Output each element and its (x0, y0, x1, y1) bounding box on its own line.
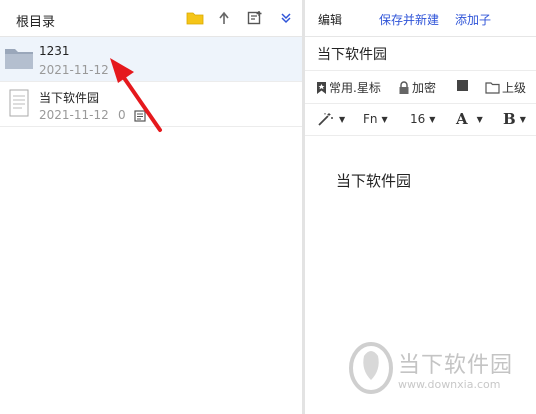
bold-button[interactable]: B ▼ (503, 110, 526, 128)
bold-label: B (503, 110, 516, 128)
watermark-logo-icon (349, 342, 393, 394)
add-child-button[interactable]: 添加子 (455, 11, 491, 28)
font-size-select[interactable]: 16 ▼ (410, 112, 435, 126)
edit-button[interactable]: 编辑 (318, 11, 342, 28)
magic-wand-icon (318, 113, 333, 126)
square-icon (457, 80, 468, 91)
up-arrow-icon[interactable] (217, 10, 235, 26)
encrypt-button[interactable]: 加密 (398, 79, 436, 96)
folder-tree-header: 根目录 (0, 0, 302, 37)
dropdown-caret-icon: ▼ (339, 114, 346, 124)
new-note-icon[interactable] (247, 10, 265, 26)
format-painter-button[interactable]: ▼ (317, 112, 345, 126)
font-color-button[interactable]: A ▼ (456, 110, 483, 128)
font-family-label: Fn (363, 112, 378, 126)
folder-outline-icon (485, 82, 500, 94)
item-name: 1231 (39, 44, 70, 58)
common-star-label: 常用.星标 (329, 81, 381, 95)
dropdown-caret-icon: ▼ (381, 114, 388, 124)
folder-tree-panel: 根目录 1231 2021-11-12 当下软件园 2021-11-12 0 (0, 0, 302, 414)
expand-down-icon[interactable] (279, 10, 297, 26)
watermark-text: 当下软件园 (398, 353, 514, 378)
font-color-label: A (456, 110, 468, 128)
encrypt-label: 加密 (412, 81, 437, 95)
parent-folder-button[interactable]: 上级 (485, 79, 526, 96)
bookmark-icon (317, 81, 326, 94)
red-arrow-annotation (110, 58, 162, 132)
watermark-url: www.downxia.com (398, 378, 501, 391)
dropdown-caret-icon: ▼ (519, 114, 526, 124)
dropdown-caret-icon: ▼ (429, 114, 436, 124)
stop-button[interactable] (457, 80, 468, 91)
item-date: 2021-11-12 (39, 108, 109, 122)
editor-content-text[interactable]: 当下软件园 (336, 170, 411, 191)
editor-header: 编辑 保存并新建 添加子 (305, 0, 536, 37)
editor-toolbar-1: 常用.星标 加密 上级 (305, 70, 536, 104)
font-size-value: 16 (410, 112, 426, 126)
folder-icon (4, 46, 34, 75)
root-directory-title: 根目录 (16, 15, 56, 30)
save-and-new-button[interactable]: 保存并新建 (379, 11, 439, 28)
document-icon (9, 89, 29, 122)
font-family-select[interactable]: Fn ▼ (363, 112, 388, 126)
folder-icon[interactable] (186, 10, 204, 26)
common-star-button[interactable]: 常用.星标 (316, 79, 381, 96)
parent-folder-label: 上级 (502, 81, 527, 95)
lock-icon (399, 80, 409, 94)
item-name: 当下软件园 (39, 91, 100, 105)
document-title[interactable]: 当下软件园 (317, 44, 387, 64)
item-date: 2021-11-12 (39, 63, 109, 77)
dropdown-caret-icon: ▼ (476, 114, 483, 124)
editor-toolbar-2: ▼ Fn ▼ 16 ▼ A ▼ B ▼ (305, 103, 536, 136)
